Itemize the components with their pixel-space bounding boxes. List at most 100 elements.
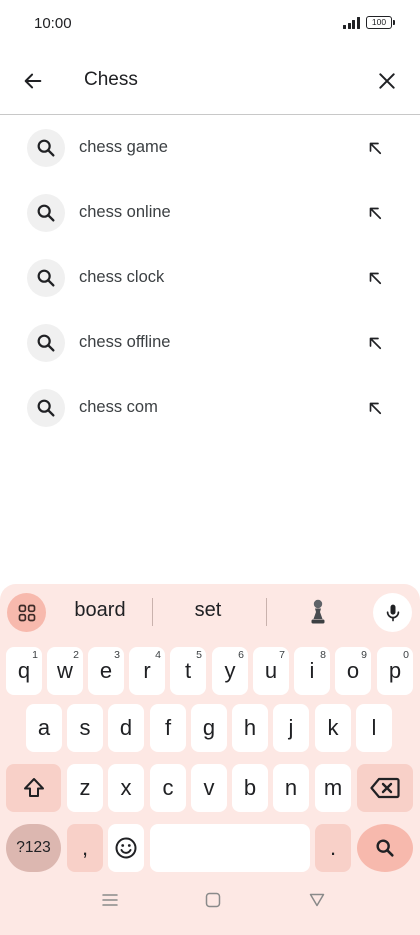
search-input[interactable]: Chess: [84, 69, 138, 91]
prediction-word[interactable]: board: [60, 599, 140, 622]
key-b[interactable]: b: [232, 764, 268, 812]
key-t[interactable]: t5: [170, 647, 206, 695]
key-label: u: [264, 658, 278, 683]
key-n[interactable]: n: [273, 764, 309, 812]
key-a[interactable]: a: [26, 704, 62, 752]
emoji-icon: [115, 837, 137, 859]
arrow-up-left-icon: [369, 272, 382, 285]
key-o[interactable]: o9: [335, 647, 371, 695]
close-icon: [379, 73, 395, 89]
key-label: e: [99, 658, 113, 683]
key-label: t: [184, 658, 192, 683]
keyboard-apps-button[interactable]: [7, 593, 46, 632]
key-hint: 1: [32, 649, 38, 661]
home-button[interactable]: [201, 888, 225, 912]
key-m[interactable]: m: [315, 764, 351, 812]
suggestion-item[interactable]: chess offline: [0, 310, 420, 375]
search-bar: Chess: [0, 46, 420, 115]
key-hint: 4: [155, 649, 161, 661]
key-hint: 0: [403, 649, 409, 661]
chess-pawn-emoji-icon[interactable]: [306, 597, 330, 627]
key-hint: 6: [238, 649, 244, 661]
key-label: y: [224, 658, 236, 683]
shift-key[interactable]: [6, 764, 61, 812]
search-icon: [376, 839, 394, 857]
key-y[interactable]: y6: [212, 647, 248, 695]
system-navigation-bar: [0, 878, 420, 928]
fill-query-button[interactable]: [360, 328, 390, 358]
emoji-key[interactable]: [108, 824, 144, 872]
key-label: r: [143, 658, 151, 683]
key-s[interactable]: s: [67, 704, 103, 752]
key-l[interactable]: l: [356, 704, 392, 752]
key-u[interactable]: u7: [253, 647, 289, 695]
key-d[interactable]: d: [108, 704, 144, 752]
suggestion-text: chess online: [79, 203, 171, 221]
arrow-up-left-icon: [369, 207, 382, 220]
key-hint: 7: [279, 649, 285, 661]
recent-apps-button[interactable]: [98, 888, 122, 912]
search-action-key[interactable]: [357, 824, 413, 872]
key-hint: 3: [114, 649, 120, 661]
key-j[interactable]: j: [273, 704, 309, 752]
suggestion-item[interactable]: chess online: [0, 180, 420, 245]
back-nav-button[interactable]: [305, 888, 329, 912]
menu-icon: [102, 894, 118, 906]
microphone-icon: [386, 604, 399, 621]
search-icon: [27, 129, 65, 167]
grid-icon: [18, 604, 35, 621]
arrow-up-left-icon: [369, 402, 382, 415]
key-g[interactable]: g: [191, 704, 227, 752]
suggestion-text: chess game: [79, 138, 168, 156]
key-k[interactable]: k: [315, 704, 351, 752]
key-f[interactable]: f: [150, 704, 186, 752]
key-q[interactable]: q1: [6, 647, 42, 695]
prediction-word[interactable]: set: [168, 599, 248, 622]
key-hint: 9: [361, 649, 367, 661]
key-label: q: [17, 658, 31, 683]
key-i[interactable]: i8: [294, 647, 330, 695]
key-hint: 8: [320, 649, 326, 661]
prediction-divider: [266, 598, 267, 626]
voice-input-button[interactable]: [373, 593, 412, 632]
key-w[interactable]: w2: [47, 647, 83, 695]
space-key[interactable]: [150, 824, 310, 872]
clear-button[interactable]: [368, 62, 406, 100]
fill-query-button[interactable]: [360, 393, 390, 423]
key-c[interactable]: c: [150, 764, 186, 812]
symbols-key[interactable]: ?123: [6, 824, 61, 872]
key-v[interactable]: v: [191, 764, 227, 812]
key-label: w: [57, 658, 73, 683]
key-z[interactable]: z: [67, 764, 103, 812]
key-x[interactable]: x: [108, 764, 144, 812]
period-key[interactable]: .: [315, 824, 351, 872]
status-bar: 10:00 100: [0, 0, 420, 46]
key-label: o: [346, 658, 360, 683]
back-button[interactable]: [14, 62, 52, 100]
key-label: i: [309, 658, 315, 683]
battery-icon: 100: [366, 16, 395, 29]
signal-icon: [343, 17, 361, 29]
fill-query-button[interactable]: [360, 198, 390, 228]
suggestion-item[interactable]: chess game: [0, 115, 420, 180]
backspace-icon: [370, 777, 400, 799]
search-icon: [27, 194, 65, 232]
key-r[interactable]: r4: [129, 647, 165, 695]
key-hint: 5: [196, 649, 202, 661]
backspace-key[interactable]: [357, 764, 413, 812]
keyboard-toolbar: board set: [0, 584, 420, 640]
key-h[interactable]: h: [232, 704, 268, 752]
search-icon: [27, 259, 65, 297]
search-icon: [27, 389, 65, 427]
suggestion-item[interactable]: chess com: [0, 375, 420, 440]
key-p[interactable]: p0: [377, 647, 413, 695]
key-e[interactable]: e3: [88, 647, 124, 695]
fill-query-button[interactable]: [360, 263, 390, 293]
suggestion-list: chess game chess online chess clock ches…: [0, 115, 420, 440]
suggestion-item[interactable]: chess clock: [0, 245, 420, 310]
comma-key[interactable]: ,: [67, 824, 103, 872]
arrow-up-left-icon: [369, 337, 382, 350]
keyboard: board set q1 w2 e3 r4 t5 y6 u7 i8 o9 p0 …: [0, 584, 420, 935]
fill-query-button[interactable]: [360, 133, 390, 163]
arrow-up-left-icon: [369, 142, 382, 155]
